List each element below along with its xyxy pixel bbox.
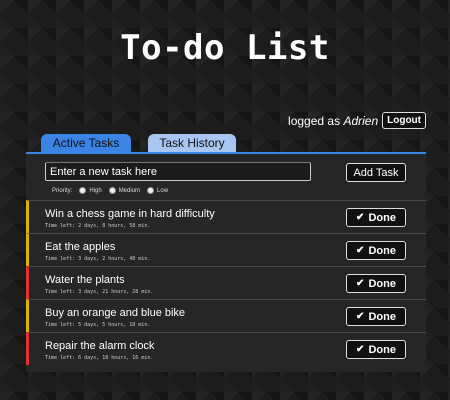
priority-selector: Priority: High Medium Low: [52, 187, 168, 194]
task-item: Water the plants Time left: 3 days, 21 h…: [26, 266, 426, 299]
task-item: Buy an orange and blue bike Time left: 5…: [26, 299, 426, 332]
task-time-left: Time left: 3 days, 2 hours, 48 min.: [45, 256, 151, 262]
check-icon: ✔: [356, 344, 365, 355]
priority-medium-label: Medium: [118, 187, 141, 194]
task-item: Repair the alarm clock Time left: 6 days…: [26, 332, 426, 365]
login-status: logged as Adrien Logout: [288, 112, 426, 129]
new-task-input[interactable]: [45, 162, 311, 181]
logout-button[interactable]: Logout: [382, 112, 426, 129]
task-time-left: Time left: 5 days, 5 hours, 18 min.: [45, 322, 151, 328]
task-panel: Add Task Priority: High Medium Low Win a…: [26, 152, 426, 372]
add-task-button[interactable]: Add Task: [346, 163, 406, 182]
task-time-left: Time left: 6 days, 18 hours, 16 min.: [45, 355, 154, 361]
task-item: Eat the apples Time left: 3 days, 2 hour…: [26, 233, 426, 266]
task-name: Eat the apples: [45, 241, 116, 253]
done-button[interactable]: ✔ Done: [346, 241, 406, 260]
done-button[interactable]: ✔ Done: [346, 307, 406, 326]
priority-high-label: High: [89, 187, 102, 194]
task-time-left: Time left: 2 days, 8 hours, 58 min.: [45, 223, 151, 229]
done-button[interactable]: ✔ Done: [346, 208, 406, 227]
check-icon: ✔: [356, 212, 365, 223]
task-name: Buy an orange and blue bike: [45, 307, 186, 319]
task-time-left: Time left: 3 days, 21 hours, 28 min.: [45, 289, 154, 295]
task-name: Repair the alarm clock: [45, 340, 155, 352]
check-icon: ✔: [356, 278, 365, 289]
tab-task-history[interactable]: Task History: [148, 134, 236, 152]
login-text: logged as Adrien: [288, 113, 379, 128]
task-item: Win a chess game in hard difficulty Time…: [26, 200, 426, 233]
priority-label: Priority:: [52, 187, 73, 194]
username: Adrien: [343, 113, 379, 128]
tab-active-tasks[interactable]: Active Tasks: [41, 134, 131, 152]
priority-medium-radio[interactable]: [108, 187, 116, 194]
done-button[interactable]: ✔ Done: [346, 274, 406, 293]
priority-high-radio[interactable]: [79, 187, 87, 194]
task-list: Win a chess game in hard difficulty Time…: [26, 200, 426, 365]
done-button[interactable]: ✔ Done: [346, 340, 406, 359]
priority-low-radio[interactable]: [147, 187, 155, 194]
task-name: Win a chess game in hard difficulty: [45, 208, 215, 220]
priority-low-label: Low: [157, 187, 169, 194]
task-name: Water the plants: [45, 274, 125, 286]
check-icon: ✔: [356, 311, 365, 322]
app-title: To-do List: [120, 28, 330, 68]
check-icon: ✔: [356, 245, 365, 256]
